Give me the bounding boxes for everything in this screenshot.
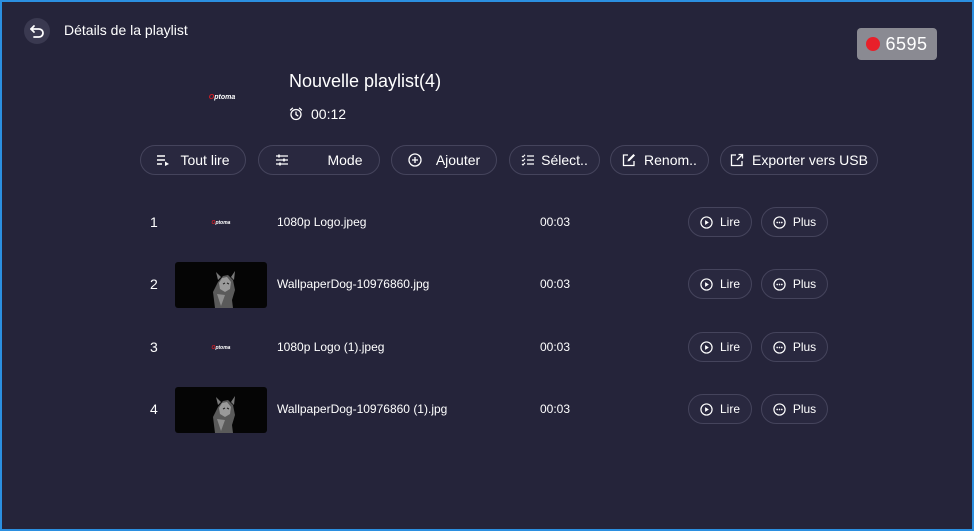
cover-logo: Optoma [208, 93, 236, 101]
page-title: Détails de la playlist [64, 22, 188, 38]
more-label: Plus [792, 402, 817, 416]
play-all-button[interactable]: Tout lire [140, 145, 246, 175]
export-label: Exporter vers USB [752, 152, 868, 168]
playlist-name: Nouvelle playlist(4) [289, 71, 442, 91]
play-all-label: Tout lire [180, 152, 230, 168]
item-index: 4 [150, 401, 158, 417]
alarm-clock-icon [289, 107, 303, 121]
item-filename: 1080p Logo (1).jpeg [277, 340, 385, 354]
item-thumbnail: Optoma [175, 200, 267, 246]
more-circle-icon [773, 215, 786, 229]
play-label: Lire [719, 277, 740, 291]
select-button[interactable]: Sélect.. [509, 145, 600, 175]
play-circle-icon [700, 340, 713, 354]
list-item[interactable]: 4 WallpaperDog-10976860 (1).jpg 00:03 Li… [2, 385, 972, 435]
rename-label: Renom.. [644, 152, 697, 168]
dog-photo-icon [213, 396, 235, 433]
playlist-duration-value: 00:12 [311, 106, 347, 122]
select-label: Sélect.. [541, 152, 588, 168]
item-thumbnail [175, 387, 267, 433]
list-item[interactable]: 2 WallpaperDog-10976860.jpg 00:03 Lire P… [2, 260, 972, 310]
more-label: Plus [792, 340, 817, 354]
more-button[interactable]: Plus [761, 332, 828, 362]
thumbnail-logo: Optoma [211, 220, 231, 226]
play-button[interactable]: Lire [688, 394, 752, 424]
playlist-details-screen: Détails de la playlist 6595 Optoma Nouve… [0, 0, 974, 531]
back-arrow-icon [30, 25, 44, 38]
more-button[interactable]: Plus [761, 394, 828, 424]
play-circle-icon [700, 277, 713, 291]
plus-circle-icon [408, 153, 422, 167]
edit-icon [622, 154, 636, 167]
add-button[interactable]: Ajouter [391, 145, 497, 175]
play-list-icon [157, 155, 170, 166]
export-usb-button[interactable]: Exporter vers USB [720, 145, 878, 175]
play-label: Lire [719, 215, 740, 229]
item-thumbnail: Optoma [175, 325, 267, 371]
more-circle-icon [773, 277, 786, 291]
sliders-icon [276, 154, 289, 166]
play-button[interactable]: Lire [688, 332, 752, 362]
item-duration: 00:03 [540, 340, 571, 354]
add-label: Ajouter [435, 152, 481, 168]
list-item[interactable]: 1 Optoma 1080p Logo.jpeg 00:03 Lire Plus [2, 198, 972, 248]
play-button[interactable]: Lire [688, 207, 752, 237]
playlist-duration: 00:12 [289, 106, 346, 122]
dog-photo-icon [213, 271, 235, 308]
item-thumbnail [175, 262, 267, 308]
item-filename: WallpaperDog-10976860.jpg [277, 277, 430, 291]
playlist-cover: Optoma [172, 72, 272, 122]
mode-button[interactable]: Mode [258, 145, 380, 175]
play-circle-icon [700, 402, 713, 416]
play-button[interactable]: Lire [688, 269, 752, 299]
item-filename: WallpaperDog-10976860 (1).jpg [277, 402, 448, 416]
more-circle-icon [773, 402, 786, 416]
item-index: 1 [150, 214, 158, 230]
checklist-icon [521, 154, 535, 166]
list-item[interactable]: 3 Optoma 1080p Logo (1).jpeg 00:03 Lire … [2, 323, 972, 373]
item-index: 2 [150, 276, 158, 292]
more-button[interactable]: Plus [761, 207, 828, 237]
more-circle-icon [773, 340, 786, 354]
more-label: Plus [792, 277, 817, 291]
more-button[interactable]: Plus [761, 269, 828, 299]
item-duration: 00:03 [540, 402, 571, 416]
toolbar: Tout lire Mode Ajouter Sélect.. Renom.. … [2, 145, 972, 177]
item-duration: 00:03 [540, 215, 571, 229]
record-count: 6595 [885, 33, 928, 54]
item-duration: 00:03 [540, 277, 571, 291]
back-button[interactable] [24, 18, 50, 44]
export-icon [730, 153, 744, 167]
item-filename: 1080p Logo.jpeg [277, 215, 367, 229]
rename-button[interactable]: Renom.. [610, 145, 709, 175]
play-label: Lire [719, 340, 740, 354]
more-label: Plus [792, 215, 817, 229]
thumbnail-logo: Optoma [211, 345, 231, 351]
record-badge: 6595 [857, 28, 937, 60]
play-label: Lire [719, 402, 740, 416]
record-dot-icon [866, 37, 881, 51]
item-index: 3 [150, 339, 158, 355]
mode-label: Mode [327, 152, 363, 168]
play-circle-icon [700, 215, 713, 229]
